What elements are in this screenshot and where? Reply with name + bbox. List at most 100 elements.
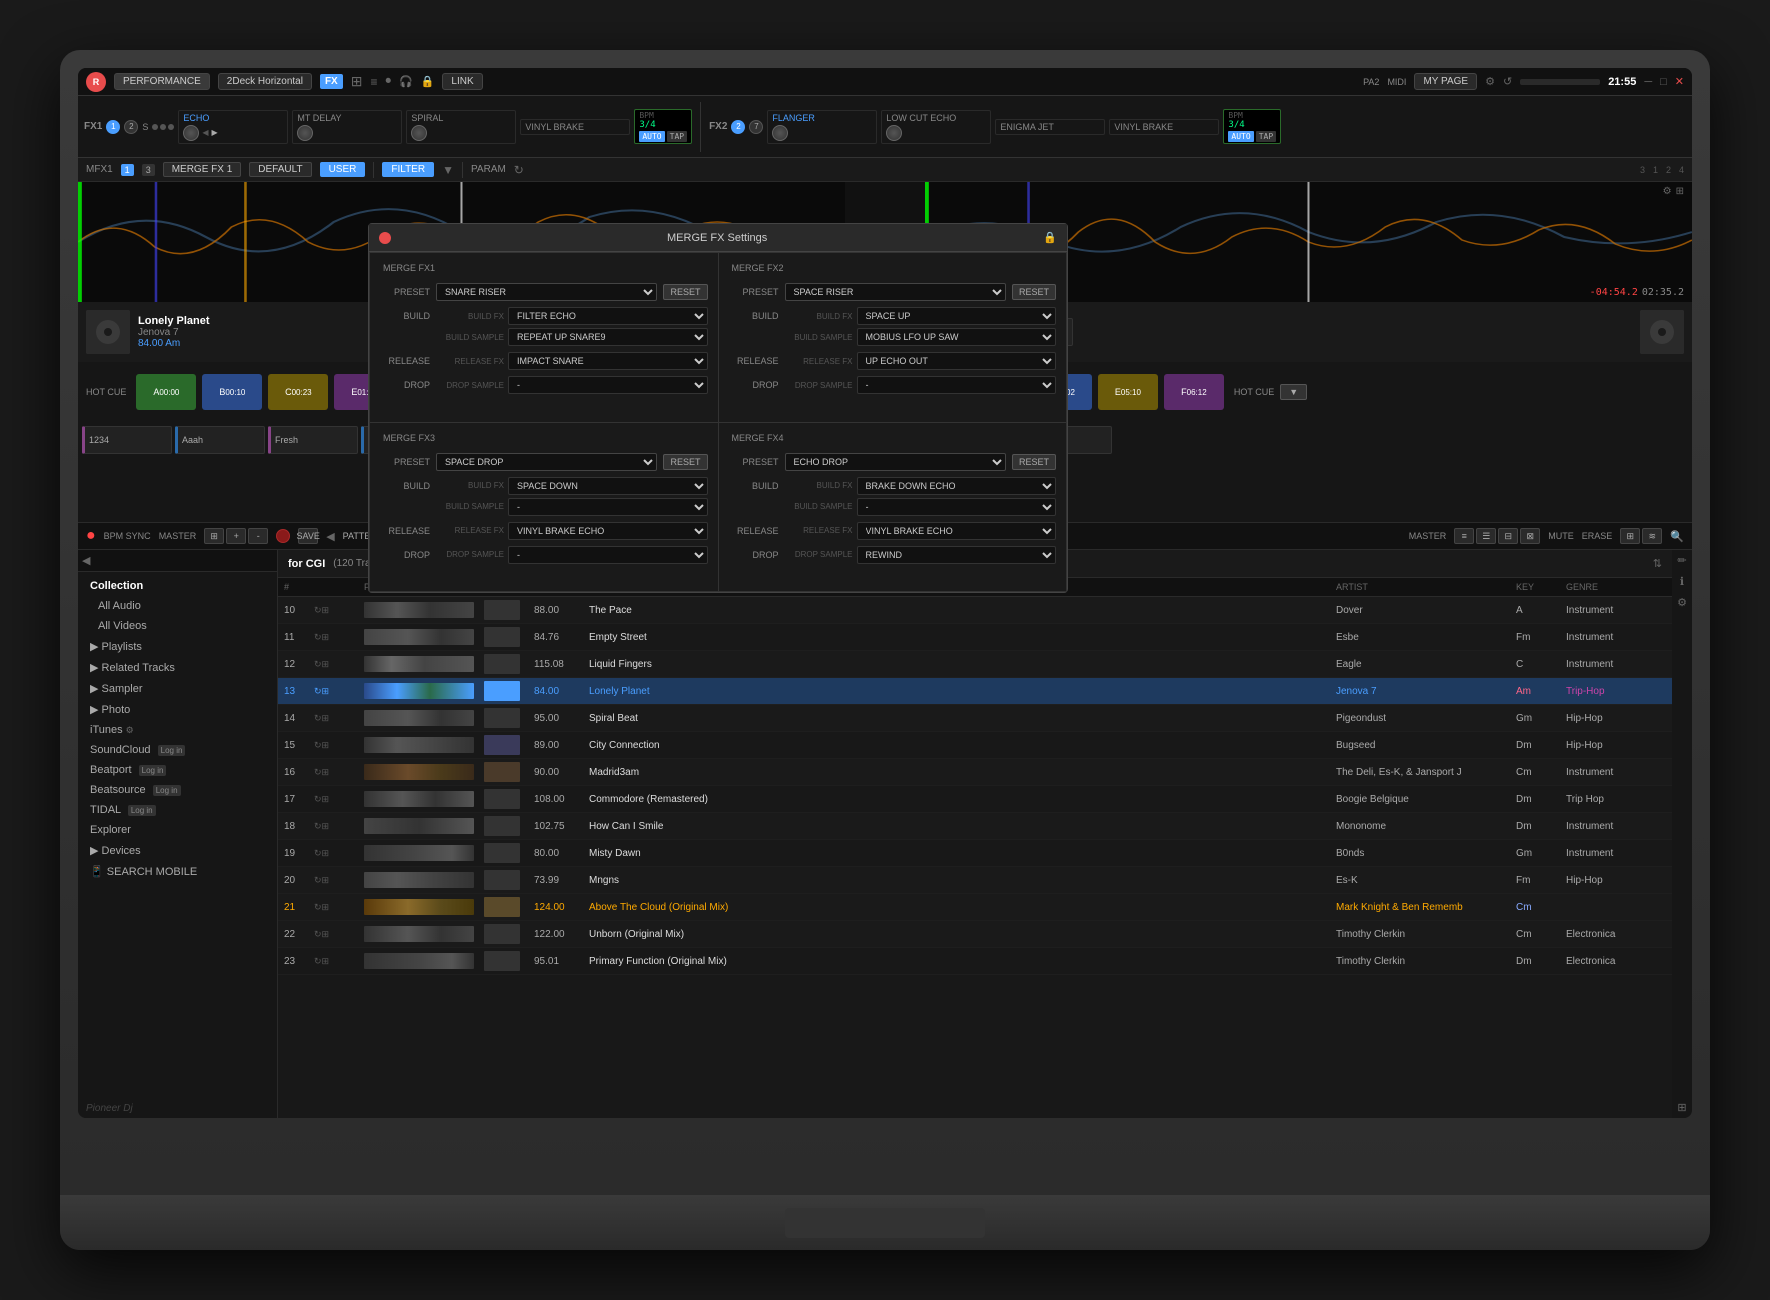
- fx4-releasefx-select[interactable]: VINYL BRAKE ECHO: [857, 522, 1057, 540]
- hotcue-b[interactable]: B00:10: [202, 374, 262, 410]
- fx2-flanger-knob[interactable]: [772, 125, 788, 141]
- itunes-settings-icon[interactable]: ⚙: [126, 725, 134, 735]
- table-row-highlighted[interactable]: 21 ↻⊞ 124.00 Above The Cloud (Original M…: [278, 894, 1672, 921]
- record-icon[interactable]: ⏺: [385, 75, 391, 88]
- table-row[interactable]: 23 ↻⊞ 95.01 Primary Function (Original M…: [278, 948, 1672, 975]
- sidebar-photo[interactable]: ▶ Photo: [78, 699, 277, 720]
- fx1-mtdelay-knob[interactable]: [297, 125, 313, 141]
- fx1-num2[interactable]: 2: [124, 120, 138, 134]
- seq-plus-btn[interactable]: +: [226, 528, 246, 544]
- layout-btn[interactable]: 2Deck Horizontal: [218, 73, 312, 90]
- hotcue2-e[interactable]: E05:10: [1098, 374, 1158, 410]
- table-row[interactable]: 19 ↻⊞ 80.00 Misty Dawn B0nds Gm Instrume…: [278, 840, 1672, 867]
- my-page-btn[interactable]: MY PAGE: [1414, 73, 1477, 90]
- sidebar-beatsource[interactable]: Beatsource Log in: [78, 780, 277, 800]
- beatsource-login[interactable]: Log in: [153, 785, 181, 796]
- fx3-releasefx-select[interactable]: VINYL BRAKE ECHO: [508, 522, 708, 540]
- auto-btn[interactable]: AUTO: [639, 131, 664, 142]
- hotcue2-f[interactable]: F06:12: [1164, 374, 1224, 410]
- search-icon[interactable]: 🔍: [1670, 530, 1684, 543]
- seq-extra1-btn[interactable]: ⊞: [1620, 528, 1640, 544]
- fx1-releasefx-select[interactable]: IMPACT SNARE: [508, 352, 708, 370]
- fx2-releasefx-select[interactable]: UP ECHO OUT: [857, 352, 1057, 370]
- merge-fx1-btn[interactable]: MERGE FX 1: [163, 162, 242, 177]
- fx4-reset-btn[interactable]: RESET: [1012, 454, 1056, 470]
- seq-list2-btn[interactable]: ☰: [1476, 528, 1496, 544]
- fx1-buildsample-select[interactable]: REPEAT UP SNARE9: [508, 328, 708, 346]
- seq-grid2-btn[interactable]: ⊟: [1498, 528, 1518, 544]
- fx2-num1[interactable]: 2: [731, 120, 745, 134]
- volume-slider[interactable]: [1520, 79, 1600, 85]
- fx2-preset-select[interactable]: SPACE RISER: [785, 283, 1006, 301]
- fx2-buildsample-select[interactable]: MOBIUS LFO UP SAW: [857, 328, 1057, 346]
- fx2-tap-btn[interactable]: TAP: [1256, 131, 1276, 142]
- sidebar-tidal[interactable]: TIDAL Log in: [78, 800, 277, 820]
- seq-red-btn[interactable]: [276, 529, 290, 543]
- laptop-trackpad[interactable]: [785, 1208, 985, 1238]
- table-row[interactable]: 17 ↻⊞ 108.00 Commodore (Remastered) Boog…: [278, 786, 1672, 813]
- fx-toggle[interactable]: FX: [320, 74, 343, 89]
- link-btn[interactable]: LINK: [442, 73, 482, 90]
- fx1-echo-knob[interactable]: [183, 125, 199, 141]
- sidebar-devices[interactable]: ▶ Devices: [78, 840, 277, 861]
- settings2-icon[interactable]: ⚙: [1677, 596, 1687, 609]
- fx4-buildfx-select[interactable]: BRAKE DOWN ECHO: [857, 477, 1057, 495]
- fx1-num1[interactable]: 1: [106, 120, 120, 134]
- filter-btn[interactable]: FILTER: [382, 162, 434, 177]
- table-row[interactable]: 22 ↻⊞ 122.00 Unborn (Original Mix) Timot…: [278, 921, 1672, 948]
- sample-1234[interactable]: 1234: [82, 426, 172, 454]
- sidebar-arrow-icon[interactable]: ◀: [82, 554, 90, 567]
- seq-extra2-btn[interactable]: ≋: [1642, 528, 1662, 544]
- maximize-btn[interactable]: □: [1660, 76, 1667, 88]
- seq-grid3-btn[interactable]: ⊠: [1520, 528, 1540, 544]
- fx2-dropsample-select[interactable]: -: [857, 376, 1057, 394]
- fx1-preset-select[interactable]: SNARE RISER: [436, 283, 657, 301]
- soundcloud-login[interactable]: Log in: [158, 745, 186, 756]
- table-row[interactable]: 16 ↻⊞ 90.00 Madrid3am The Deli, Es-K, & …: [278, 759, 1672, 786]
- seq-grid-btn[interactable]: ⊞: [204, 528, 224, 544]
- fx4-preset-select[interactable]: ECHO DROP: [785, 453, 1006, 471]
- table-row[interactable]: 11 ↻⊞ 84.76 Empty Street Esbe Fm Instrum…: [278, 624, 1672, 651]
- refresh-icon[interactable]: ↺: [1503, 75, 1512, 88]
- fx2-auto-btn[interactable]: AUTO: [1228, 131, 1253, 142]
- default-btn[interactable]: DEFAULT: [249, 162, 311, 177]
- sample-aaah[interactable]: Aaah: [175, 426, 265, 454]
- headphone-icon[interactable]: 🎧: [399, 75, 413, 88]
- sidebar-collection-header[interactable]: Collection: [78, 572, 277, 596]
- fx3-dropsample-select[interactable]: -: [508, 546, 708, 564]
- fx3-reset-btn[interactable]: RESET: [663, 454, 707, 470]
- fx1-reset-btn[interactable]: RESET: [663, 284, 707, 300]
- sidebar-all-audio[interactable]: All Audio: [78, 596, 277, 616]
- hotcue-c[interactable]: C00:23: [268, 374, 328, 410]
- seq-arrow-left[interactable]: ◀: [326, 530, 334, 543]
- seq-minus-btn[interactable]: -: [248, 528, 268, 544]
- sidebar-search-mobile[interactable]: 📱 SEARCH MOBILE: [78, 861, 277, 882]
- fx4-dropsample-select[interactable]: REWIND: [857, 546, 1057, 564]
- table-row[interactable]: 12 ↻⊞ 115.08 Liquid Fingers Eagle C Inst…: [278, 651, 1672, 678]
- table-row[interactable]: 15 ↻⊞ 89.00 City Connection Bugseed Dm H…: [278, 732, 1672, 759]
- info-icon[interactable]: ℹ: [1680, 575, 1684, 588]
- sample-fresh[interactable]: Fresh: [268, 426, 358, 454]
- mixer-icon[interactable]: ≡: [370, 75, 377, 89]
- param-knob-icon[interactable]: ↻: [514, 163, 524, 177]
- fx3-buildsample-select[interactable]: -: [508, 498, 708, 516]
- bottom-icon[interactable]: ⊞: [1677, 1101, 1686, 1114]
- sidebar-itunes[interactable]: iTunes ⚙: [78, 720, 277, 740]
- fx2-num2[interactable]: 7: [749, 120, 763, 134]
- filter-arrow[interactable]: ▼: [442, 163, 454, 177]
- table-row[interactable]: 14 ↻⊞ 95.00 Spiral Beat Pigeondust Gm Hi…: [278, 705, 1672, 732]
- grid-icon[interactable]: ⊞: [351, 73, 363, 90]
- sidebar-all-videos[interactable]: All Videos: [78, 616, 277, 636]
- sidebar-explorer[interactable]: Explorer: [78, 820, 277, 840]
- tap-btn[interactable]: TAP: [667, 131, 687, 142]
- sort-icon[interactable]: ⇅: [1653, 557, 1662, 570]
- tidal-login[interactable]: Log in: [128, 805, 156, 816]
- seq-save-btn[interactable]: SAVE: [298, 528, 318, 544]
- fx1-dropsample-select[interactable]: -: [508, 376, 708, 394]
- minimize-btn[interactable]: ─: [1644, 76, 1652, 88]
- sidebar-beatport[interactable]: Beatport Log in: [78, 760, 277, 780]
- sidebar-related-tracks[interactable]: ▶ Related Tracks: [78, 657, 277, 678]
- hotcue2-down2[interactable]: ▼: [1280, 384, 1307, 400]
- hotcue-a[interactable]: A00:00: [136, 374, 196, 410]
- fx2-buildfx-select[interactable]: SPACE UP: [857, 307, 1057, 325]
